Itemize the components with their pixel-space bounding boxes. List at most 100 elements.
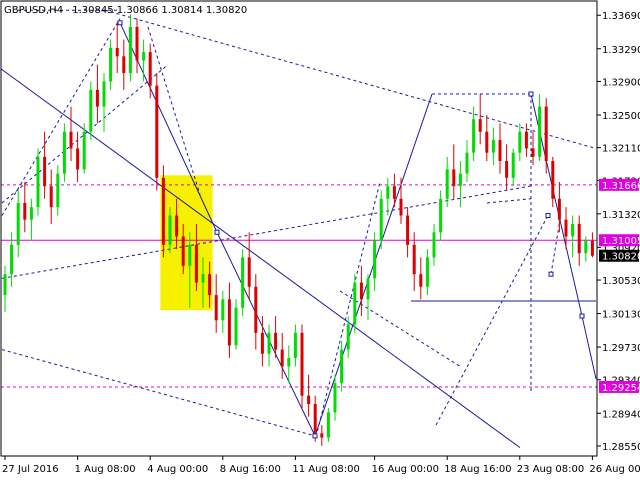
level-badge: 1.29254 xyxy=(602,383,640,394)
candle-body xyxy=(406,215,410,245)
pivot-marker[interactable] xyxy=(214,229,220,235)
candle-body xyxy=(36,156,40,208)
symbol-label: GBPUSD,H4 xyxy=(4,5,63,16)
y-tick-label: 1.30130 xyxy=(602,310,640,321)
candle-body xyxy=(485,131,489,153)
y-tick-label: 1.29730 xyxy=(602,343,640,354)
candle xyxy=(62,123,66,182)
candle-body xyxy=(505,161,509,178)
candle-body xyxy=(102,81,106,107)
candle xyxy=(36,148,40,216)
candle-body xyxy=(524,131,528,149)
pivot-marker[interactable] xyxy=(528,91,534,97)
candle xyxy=(155,73,159,191)
candle-body xyxy=(584,240,588,254)
candle-body xyxy=(412,244,416,275)
candle xyxy=(353,274,357,333)
candle-body xyxy=(194,244,198,283)
candle-body xyxy=(373,240,377,279)
candle-body xyxy=(241,257,245,308)
candle-body xyxy=(392,186,396,199)
x-tick-label: 23 Aug 08:00 xyxy=(517,464,584,475)
y-tick-label: 1.32110 xyxy=(602,144,640,155)
candle-body xyxy=(56,173,60,208)
candle-body xyxy=(458,173,462,187)
candle-body xyxy=(326,412,330,438)
candle-body xyxy=(399,198,403,216)
candle-body xyxy=(254,286,258,333)
candle-body xyxy=(551,161,555,199)
pivot-marker[interactable] xyxy=(579,313,585,319)
candle-body xyxy=(491,140,495,153)
candle-body xyxy=(320,433,324,438)
y-tick-label: 1.32500 xyxy=(602,111,640,122)
pivot-marker[interactable] xyxy=(117,20,123,26)
candle-body xyxy=(445,169,449,199)
candle-body xyxy=(557,198,561,220)
candle-body xyxy=(260,332,264,354)
pivot-marker[interactable] xyxy=(545,213,551,219)
candle-body xyxy=(16,202,20,245)
candle-body xyxy=(10,244,14,275)
candle xyxy=(89,81,93,141)
level-badge: 1.31005 xyxy=(602,236,640,247)
candle-body xyxy=(82,131,86,170)
pivot-marker[interactable] xyxy=(548,271,554,277)
candle-body xyxy=(227,299,231,346)
current-price-badge: 1.30820 xyxy=(602,252,640,263)
candle-body xyxy=(135,26,139,61)
candle-body xyxy=(188,244,192,266)
candle-body xyxy=(280,349,284,367)
candle-body xyxy=(287,357,291,367)
candle-body xyxy=(379,198,383,241)
price-chart[interactable]: 1.336901.332901.329001.325001.321101.317… xyxy=(0,0,640,480)
candle-body xyxy=(439,198,443,233)
x-tick-label: 8 Aug 16:00 xyxy=(220,464,281,475)
candle-body xyxy=(201,274,205,283)
candle-body xyxy=(564,219,568,237)
candle-body xyxy=(49,186,53,208)
candle-body xyxy=(590,240,594,256)
candle-body xyxy=(168,215,172,245)
candle-body xyxy=(432,232,436,258)
y-tick-label: 1.33690 xyxy=(602,11,640,22)
candle-body xyxy=(43,156,47,187)
candle-body xyxy=(23,202,27,220)
candle-body xyxy=(419,274,423,287)
candle-body xyxy=(155,85,159,178)
candle-body xyxy=(544,106,548,162)
candle-body xyxy=(518,131,522,153)
candle-body xyxy=(115,47,119,57)
candle-body xyxy=(359,282,363,300)
candle-body xyxy=(498,140,502,162)
candle xyxy=(241,249,245,317)
candle xyxy=(326,408,330,442)
candle-body xyxy=(425,257,429,287)
candle-body xyxy=(386,186,390,199)
candle-body xyxy=(452,169,456,187)
candle-body xyxy=(571,223,575,237)
x-tick-label: 1 Aug 08:00 xyxy=(75,464,136,475)
candle-body xyxy=(161,177,165,245)
candle-body xyxy=(109,47,113,82)
pivot-marker[interactable] xyxy=(312,433,318,439)
candle-body xyxy=(267,332,271,354)
candle-body xyxy=(89,89,93,132)
candle-body xyxy=(234,307,238,346)
candle xyxy=(300,324,304,409)
candle-body xyxy=(577,223,581,254)
candle-body xyxy=(148,52,152,86)
candle-body xyxy=(221,299,225,321)
y-tick-label: 1.28940 xyxy=(602,409,640,420)
candle-body xyxy=(340,349,344,384)
candle-body xyxy=(95,89,99,107)
chart-title: GBPUSD,H4 1.30845 1.30866 1.30814 1.3082… xyxy=(4,5,247,16)
x-tick-label: 11 Aug 08:00 xyxy=(292,464,359,475)
candle-body xyxy=(122,56,126,74)
candle-body xyxy=(511,152,515,178)
candle xyxy=(161,165,165,258)
candle-body xyxy=(142,52,146,61)
level-badge: 1.31666 xyxy=(602,181,640,192)
candle-body xyxy=(69,131,73,149)
x-tick-label: 18 Aug 16:00 xyxy=(444,464,511,475)
